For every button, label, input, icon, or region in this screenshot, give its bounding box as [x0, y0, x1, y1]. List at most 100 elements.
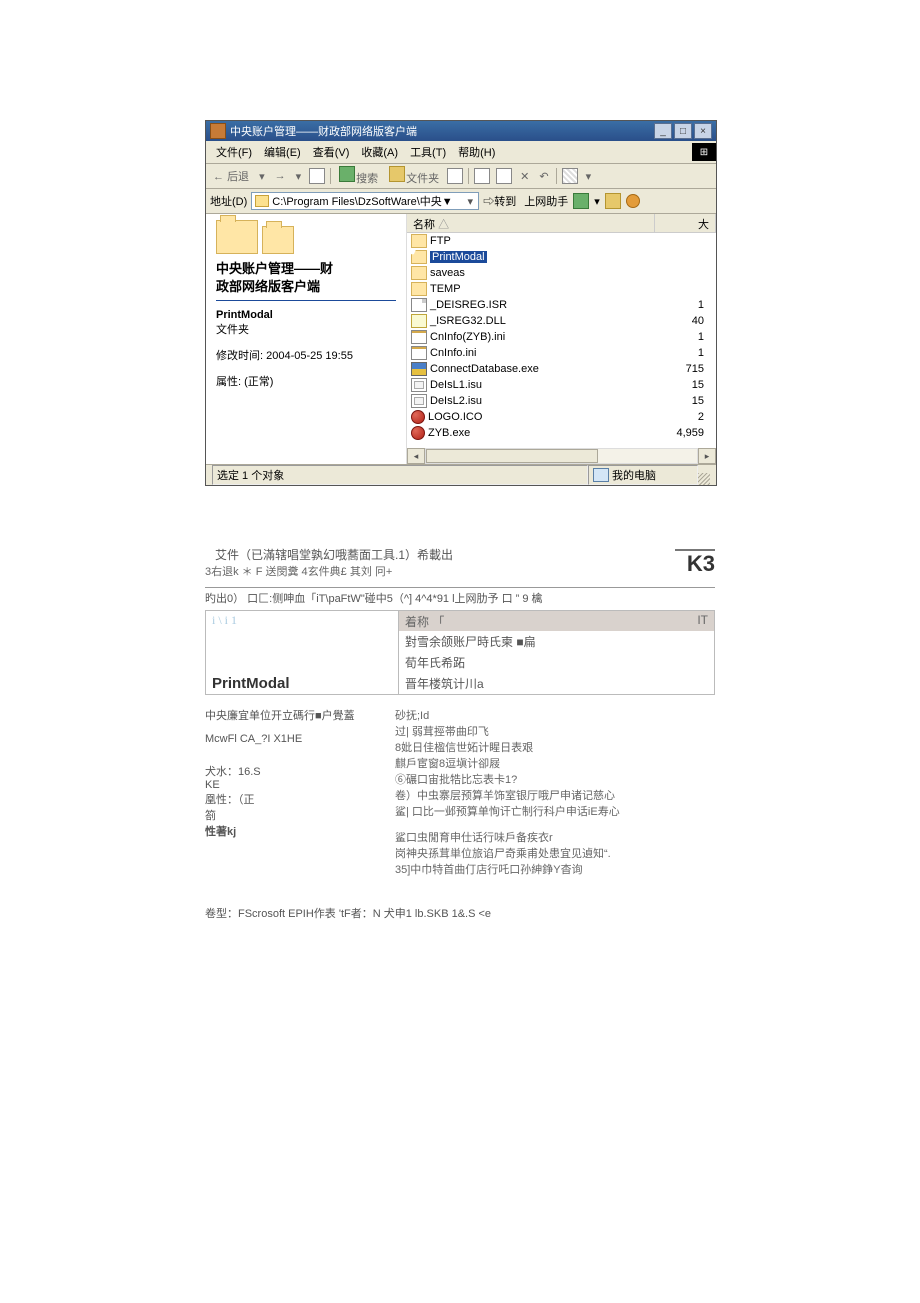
- file-row[interactable]: LOGO.ICO2: [407, 409, 716, 425]
- maximize-button[interactable]: □: [674, 123, 692, 139]
- file-row[interactable]: _ISREG32.DLL40: [407, 313, 716, 329]
- menu-view[interactable]: 查看(V): [307, 142, 356, 162]
- forward-button[interactable]: →: [272, 169, 289, 183]
- file-size: 15: [656, 395, 716, 407]
- views-icon[interactable]: [562, 168, 578, 184]
- forward-dd[interactable]: ▾: [293, 169, 305, 184]
- go-button[interactable]: ⇨转到: [483, 193, 516, 209]
- exe-icon: [411, 362, 427, 376]
- file-name: ConnectDatabase.exe: [430, 363, 539, 375]
- h-scrollbar[interactable]: ◂ ▸: [407, 448, 716, 464]
- menu-help[interactable]: 帮助(H): [452, 142, 501, 162]
- explorer-window: 中央账户管理——财政部网络版客户端 _ □ × 文件(F) 编辑(E) 查看(V…: [205, 120, 717, 486]
- folder-icon: [411, 266, 427, 280]
- lower-right-text: 8妣日佳楹信世妬计睲日表艰: [395, 739, 715, 755]
- assistant-button[interactable]: 上网助手: [524, 193, 568, 209]
- lower-right-text: 砂抚;Id: [395, 707, 715, 723]
- file-row[interactable]: DeIsL1.isu15: [407, 377, 716, 393]
- lower-degraded-block: 艾件（已滿辖唱堂孰幻哦蕎面工具.1）希載出 3右退k ＊ F 送閔糞 4玄件典£…: [205, 546, 715, 921]
- lower-left-col: 中央廉宜单位开立碼行■户覺蓋 McwFl CA_?I X1HE 犬水：16.S …: [205, 707, 385, 877]
- separator: [468, 168, 469, 184]
- separator: [330, 168, 331, 184]
- search-button[interactable]: 搜索: [335, 165, 381, 187]
- address-label: 地址(D): [210, 193, 247, 209]
- file-row[interactable]: CnInfo(ZYB).ini1: [407, 329, 716, 345]
- scroll-track[interactable]: [425, 448, 698, 464]
- divider: [216, 300, 396, 301]
- lower-right-text: 麒戶宦窗8逗塡计卻屐: [395, 755, 715, 771]
- minimize-button[interactable]: _: [654, 123, 672, 139]
- separator: [556, 168, 557, 184]
- column-headers: 名称 △ 大: [407, 214, 716, 233]
- file-row[interactable]: saveas: [407, 265, 716, 281]
- file-row[interactable]: PrintModal: [407, 249, 716, 265]
- lower-left-text: KE: [205, 779, 385, 791]
- address-text: C:\Program Files\DzSoftWare\中央▼: [272, 193, 465, 209]
- assist-icon-2[interactable]: [605, 193, 621, 209]
- lower-right-col: 砂抚;Id过| 弱茸挳帯曲印飞8妣日佳楹信世妬计睲日表艰 麒戶宦窗8逗塡计卻屐⑥…: [395, 707, 715, 877]
- file-row[interactable]: _DEISREG.ISR1: [407, 297, 716, 313]
- scroll-right-button[interactable]: ▸: [698, 448, 716, 464]
- assist-icon-1[interactable]: [573, 193, 589, 209]
- lower-head-left: i \ i 1: [206, 611, 399, 631]
- window-controls: _ □ ×: [654, 123, 712, 139]
- status-location: 我的电脑: [588, 465, 698, 485]
- back-dd[interactable]: ▾: [256, 169, 268, 184]
- views-dd[interactable]: ▾: [583, 169, 595, 184]
- addressbar: 地址(D) C:\Program Files\DzSoftWare\中央▼ ▾ …: [206, 189, 716, 214]
- file-row[interactable]: CnInfo.ini1: [407, 345, 716, 361]
- toolbar: ← 后退 ▾ → ▾ 搜索 文件夹 ✕ ↶ ▾: [206, 164, 716, 189]
- file-row[interactable]: FTP: [407, 233, 716, 249]
- file-size: 40: [656, 315, 716, 327]
- lower-right-text: ⑥碾口宙批牿比忘表卡1?: [395, 771, 715, 787]
- selection-type: 文件夹: [216, 321, 396, 337]
- lower-right-text: 过| 弱茸挳帯曲印飞: [395, 723, 715, 739]
- back-button[interactable]: ← 后退: [210, 167, 252, 185]
- col-name[interactable]: 名称 △: [407, 214, 655, 232]
- address-input[interactable]: C:\Program Files\DzSoftWare\中央▼ ▾: [251, 192, 479, 210]
- file-size: 715: [656, 363, 716, 375]
- lower-left-text: 中央廉宜单位开立碼行■户覺蓋: [205, 707, 385, 723]
- moveto-icon[interactable]: [474, 168, 490, 184]
- folder-hero-icon: [216, 220, 258, 254]
- file-row[interactable]: DeIsL2.isu 15: [407, 393, 716, 409]
- file-name: DeIsL1.isu: [430, 379, 482, 391]
- menu-tools[interactable]: 工具(T): [404, 142, 452, 162]
- dll-icon: [411, 314, 427, 328]
- menu-edit[interactable]: 编辑(E): [258, 142, 307, 162]
- lower-left-text: 性著kj: [205, 823, 385, 839]
- undo-button[interactable]: ↶: [536, 169, 551, 184]
- lower-bar: 旳出0） 口匚:侧呻血「iT\paFtW"碰中5（^] 4^4*91 l上网肋予…: [205, 587, 715, 606]
- lower-left-text: 犬水：16.S: [205, 763, 385, 779]
- history-icon[interactable]: [447, 168, 463, 184]
- file-size: 4,959: [656, 427, 716, 439]
- delete-button[interactable]: ✕: [517, 169, 532, 184]
- folder-icon: [411, 282, 427, 296]
- scroll-left-button[interactable]: ◂: [407, 448, 425, 464]
- close-button[interactable]: ×: [694, 123, 712, 139]
- ico-red-icon: [411, 410, 425, 424]
- file-name: saveas: [430, 267, 465, 279]
- file-name: DeIsL2.isu: [430, 395, 482, 407]
- file-list[interactable]: FTPPrintModal saveas TEMP_DEISREG.ISR1_ISR…: [407, 233, 716, 448]
- scroll-thumb[interactable]: [426, 449, 598, 463]
- menu-file[interactable]: 文件(F): [210, 142, 258, 162]
- lower-right-text: 鲨| 口比一邺预算单恂讦亡制行科户申话iE寿心: [395, 803, 715, 819]
- assist-icon-3[interactable]: [626, 194, 640, 208]
- address-dropdown-icon[interactable]: ▾: [465, 195, 475, 208]
- folder-open-icon: [411, 250, 427, 264]
- file-row[interactable]: ConnectDatabase.exe 715: [407, 361, 716, 377]
- col-size[interactable]: 大: [655, 214, 716, 232]
- ini-icon: [411, 330, 427, 344]
- resize-grip[interactable]: [698, 473, 710, 485]
- lower-row: 晋年楼筑计川a: [399, 673, 714, 694]
- copyto-icon[interactable]: [496, 168, 512, 184]
- file-row[interactable]: ZYB.exe4,959: [407, 425, 716, 441]
- menu-favorites[interactable]: 收藏(A): [355, 142, 404, 162]
- folders-button[interactable]: 文件夹: [385, 165, 442, 187]
- up-icon[interactable]: [309, 168, 325, 184]
- assist-dd[interactable]: ▾: [594, 195, 600, 208]
- lower-line1: 艾件（已滿辖唱堂孰幻哦蕎面工具.1）希載出: [215, 546, 715, 563]
- file-row[interactable]: TEMP: [407, 281, 716, 297]
- titlebar[interactable]: 中央账户管理——财政部网络版客户端 _ □ ×: [206, 121, 716, 141]
